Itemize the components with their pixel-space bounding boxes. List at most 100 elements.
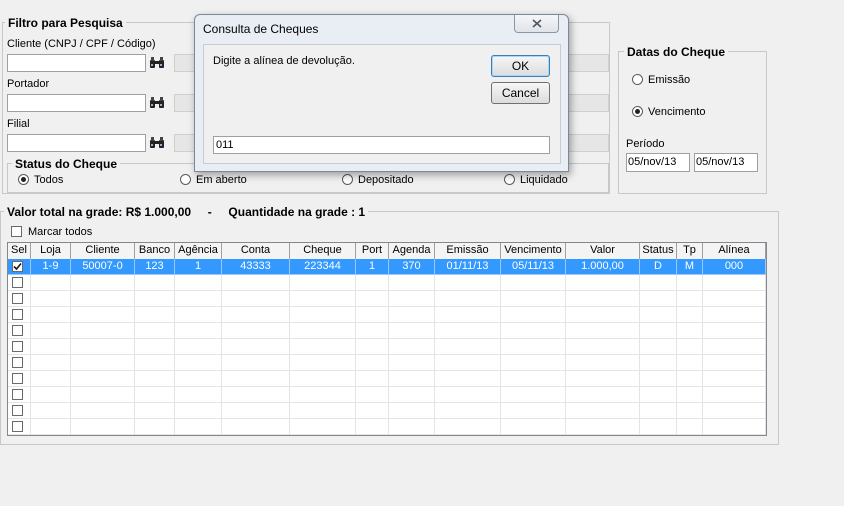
table-row[interactable]: [8, 291, 766, 307]
grid-cell: [31, 291, 71, 307]
period-start-input[interactable]: 05/nov/13: [626, 153, 690, 172]
grid-cell: [703, 307, 766, 323]
grid-cell: [566, 371, 640, 387]
grid-cell: [290, 275, 356, 291]
table-row[interactable]: [8, 419, 766, 435]
grid-cell: [356, 275, 389, 291]
dates-radio-vencimento[interactable]: [632, 106, 643, 117]
table-row[interactable]: [8, 339, 766, 355]
grid-cell: [31, 355, 71, 371]
grid-cell: [222, 339, 290, 355]
filial-input[interactable]: [7, 134, 146, 152]
col-loja[interactable]: Loja: [31, 243, 71, 259]
table-row[interactable]: [8, 307, 766, 323]
col-sel[interactable]: Sel: [8, 243, 31, 259]
grid-cell: [677, 403, 703, 419]
col-emissao[interactable]: Emissão: [435, 243, 501, 259]
table-row[interactable]: [8, 387, 766, 403]
table-row[interactable]: [8, 275, 766, 291]
grid-cell: [640, 387, 677, 403]
row-sel-cell[interactable]: [8, 291, 31, 307]
grid-cell: [640, 339, 677, 355]
col-agenda[interactable]: Agenda: [389, 243, 435, 259]
row-sel-cell[interactable]: [8, 259, 31, 275]
col-banco[interactable]: Banco: [135, 243, 175, 259]
row-checkbox[interactable]: [12, 357, 23, 368]
status-radio-todos[interactable]: [18, 174, 29, 185]
grid-cell: [290, 403, 356, 419]
grid-cell: [175, 323, 222, 339]
dialog-close-button[interactable]: [514, 15, 559, 33]
grid-cell: [290, 355, 356, 371]
col-status[interactable]: Status: [640, 243, 677, 259]
col-tp[interactable]: Tp: [677, 243, 703, 259]
col-alinea[interactable]: Alínea: [703, 243, 766, 259]
table-row[interactable]: [8, 371, 766, 387]
grid-cell: [640, 291, 677, 307]
col-port[interactable]: Port: [356, 243, 389, 259]
client-input[interactable]: [7, 54, 146, 72]
grid-cell: [640, 307, 677, 323]
main-window: { "filter": { "title": "Filtro para Pesq…: [0, 0, 844, 506]
portador-input[interactable]: [7, 94, 146, 112]
grid-cell: [566, 419, 640, 435]
row-checkbox[interactable]: [12, 293, 23, 304]
col-conta[interactable]: Conta: [222, 243, 290, 259]
grid-cell: [566, 307, 640, 323]
row-checkbox[interactable]: [12, 389, 23, 400]
row-checkbox[interactable]: [12, 341, 23, 352]
col-vencimento[interactable]: Vencimento: [501, 243, 566, 259]
table-row[interactable]: [8, 355, 766, 371]
row-sel-cell[interactable]: [8, 339, 31, 355]
table-row[interactable]: 1-9 50007-0 123 1 43333 223344 1 370 01/…: [8, 259, 766, 275]
grid-cell: [501, 323, 566, 339]
row-checkbox[interactable]: [12, 277, 23, 288]
mark-all-checkbox[interactable]: [11, 226, 22, 237]
row-checkbox[interactable]: [12, 325, 23, 336]
table-row[interactable]: [8, 323, 766, 339]
status-radio-em-aberto[interactable]: [180, 174, 191, 185]
row-sel-cell[interactable]: [8, 403, 31, 419]
table-row[interactable]: [8, 403, 766, 419]
status-radio-liquidado[interactable]: [504, 174, 515, 185]
status-radio-depositado[interactable]: [342, 174, 353, 185]
row-checkbox[interactable]: [12, 261, 23, 272]
row-sel-cell[interactable]: [8, 387, 31, 403]
row-checkbox[interactable]: [12, 309, 23, 320]
grid-cell: [703, 339, 766, 355]
client-search-button[interactable]: [146, 53, 168, 73]
dates-title: Datas do Cheque: [624, 45, 729, 59]
status-label-em-aberto: Em aberto: [196, 174, 247, 186]
cell-status: D: [640, 259, 677, 275]
cheques-grid[interactable]: Sel Loja Cliente Banco Agência Conta Che…: [7, 242, 767, 436]
row-checkbox[interactable]: [12, 405, 23, 416]
row-checkbox[interactable]: [12, 373, 23, 384]
period-end-input[interactable]: 05/nov/13: [694, 153, 758, 172]
col-agencia[interactable]: Agência: [175, 243, 222, 259]
row-sel-cell[interactable]: [8, 371, 31, 387]
row-sel-cell[interactable]: [8, 275, 31, 291]
dates-label-emissao: Emissão: [648, 74, 691, 86]
row-sel-cell[interactable]: [8, 307, 31, 323]
row-sel-cell[interactable]: [8, 419, 31, 435]
row-checkbox[interactable]: [12, 421, 23, 432]
filial-search-button[interactable]: [146, 133, 168, 153]
cancel-button[interactable]: Cancel: [491, 82, 550, 104]
grid-cell: [677, 323, 703, 339]
grid-cell: [290, 339, 356, 355]
grid-cell: [71, 339, 135, 355]
portador-search-button[interactable]: [146, 93, 168, 113]
row-sel-cell[interactable]: [8, 355, 31, 371]
grid-cell: [566, 323, 640, 339]
dates-radio-emissao[interactable]: [632, 74, 643, 85]
col-cheque[interactable]: Cheque: [290, 243, 356, 259]
ok-button[interactable]: OK: [491, 55, 550, 77]
col-valor[interactable]: Valor: [566, 243, 640, 259]
col-cliente[interactable]: Cliente: [71, 243, 135, 259]
grid-cell: [389, 275, 435, 291]
grid-cell: [435, 307, 501, 323]
alinea-input[interactable]: 011: [213, 136, 550, 154]
grid-cell: [31, 419, 71, 435]
row-sel-cell[interactable]: [8, 323, 31, 339]
grid-cell: [677, 419, 703, 435]
